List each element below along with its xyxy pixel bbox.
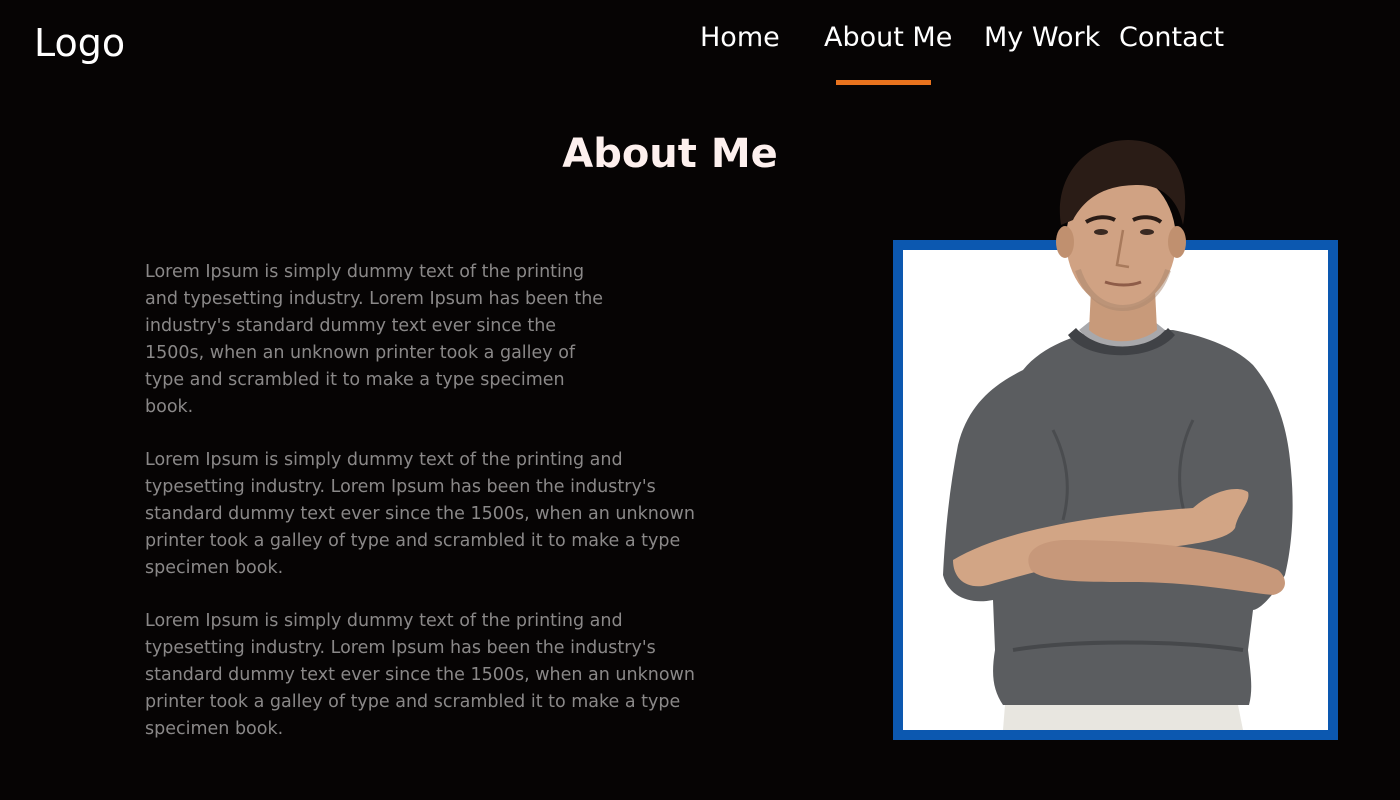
bio-text: Lorem Ipsum is simply dummy text of the … (145, 259, 705, 769)
site-logo[interactable]: Logo (34, 16, 125, 70)
nav-item-about-me[interactable]: About Me (824, 16, 952, 60)
bio-paragraph: Lorem Ipsum is simply dummy text of the … (145, 611, 695, 739)
active-nav-indicator (836, 80, 931, 85)
about-page: Logo Home About Me My Work Contact About… (0, 0, 1400, 800)
portrait-image (893, 130, 1338, 730)
nav-item-my-work[interactable]: My Work (984, 16, 1100, 60)
bio-paragraph: Lorem Ipsum is simply dummy text of the … (145, 450, 695, 578)
bio-paragraph: Lorem Ipsum is simply dummy text of the … (145, 262, 604, 417)
nav-item-home[interactable]: Home (700, 16, 780, 60)
nav-item-contact[interactable]: Contact (1119, 16, 1224, 60)
person-portrait-icon (943, 140, 1293, 730)
